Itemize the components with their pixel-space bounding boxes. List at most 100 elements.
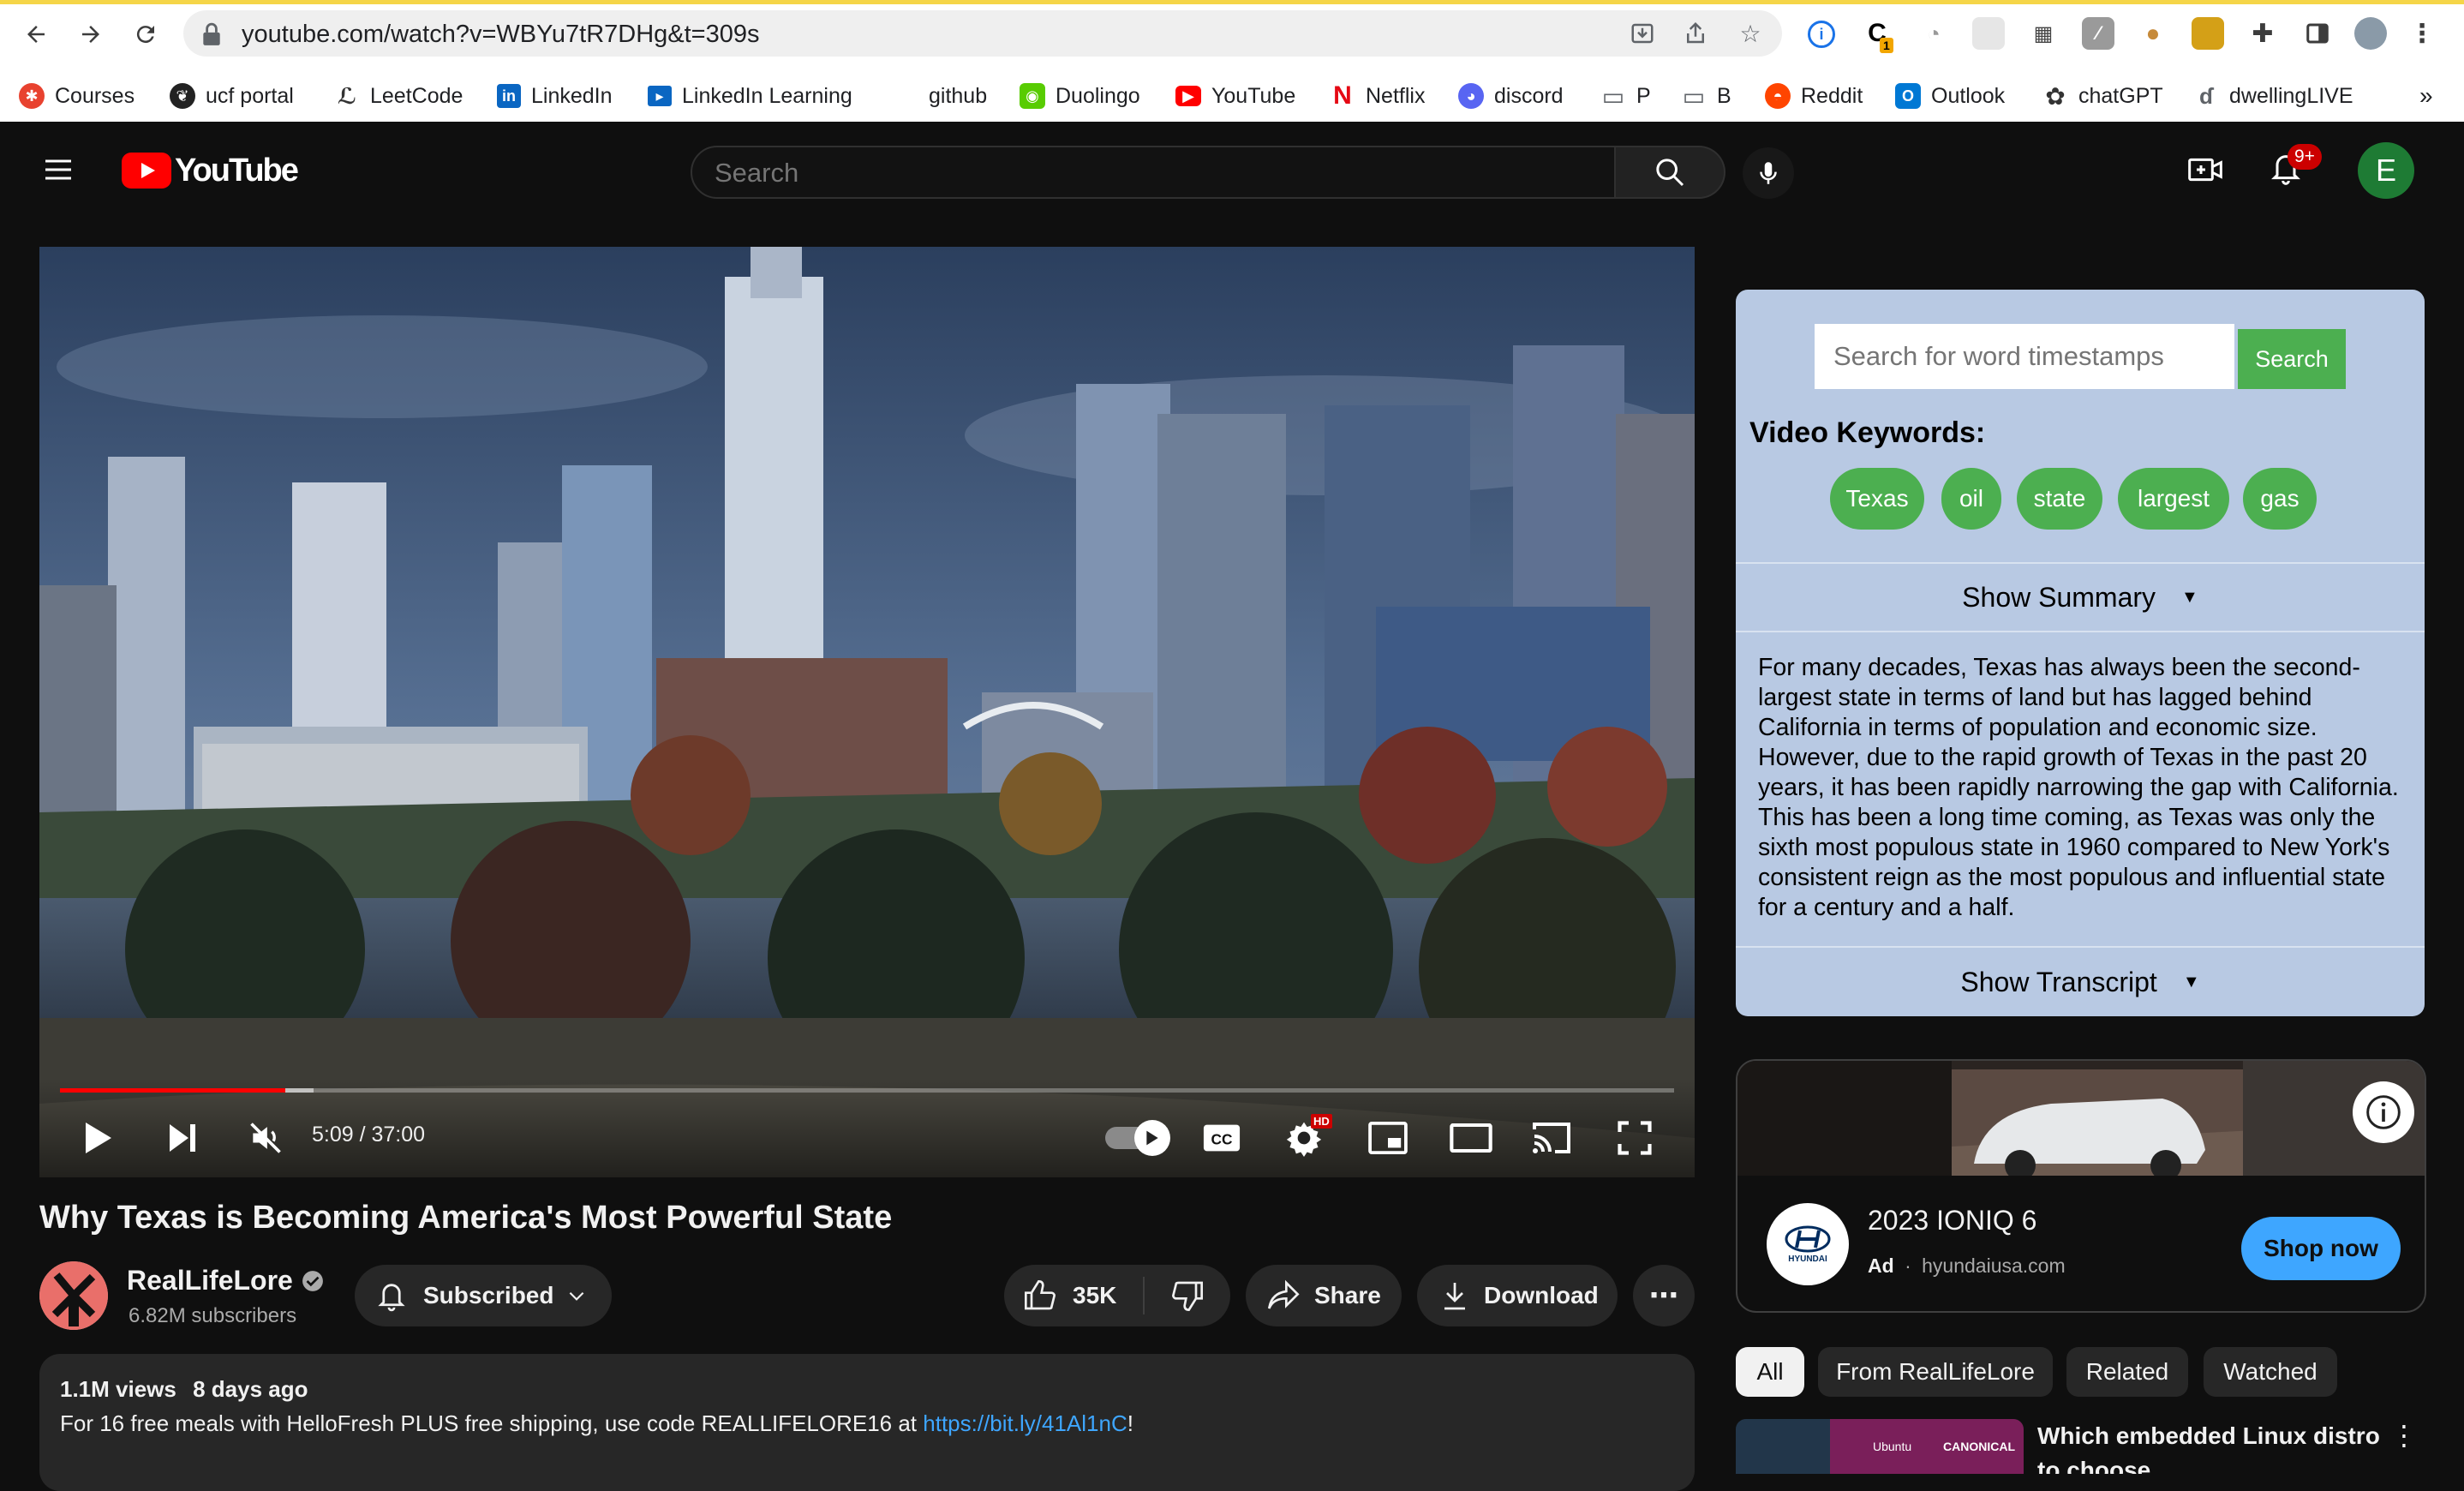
mute-button[interactable] — [242, 1114, 290, 1162]
bookmark-star-icon[interactable]: ☆ — [1736, 19, 1765, 48]
bookmark-courses[interactable]: ✱ Courses — [19, 79, 135, 113]
autoplay-play-icon — [1146, 1130, 1158, 1146]
keyword-chip[interactable]: state — [2017, 468, 2102, 530]
bookmark-duolingo[interactable]: ◉ Duolingo — [1020, 79, 1140, 113]
windmill-logo-icon — [39, 1261, 108, 1330]
ad-domain: hyundaiusa.com — [1922, 1254, 2066, 1277]
thumbnail-left-panel — [1736, 1419, 1830, 1474]
chip-from-channel[interactable]: From RealLifeLore — [1818, 1347, 2053, 1397]
bookmark-linkedin-learning[interactable]: ▸ LinkedIn Learning — [648, 79, 852, 113]
chrome-menu-icon[interactable]: ⋮ — [2406, 17, 2438, 50]
pegasus-icon: ❦ — [170, 83, 195, 109]
extension-pen-icon[interactable]: ⁄ — [2082, 17, 2114, 50]
side-panel-icon[interactable] — [2301, 17, 2334, 50]
bookmark-reddit[interactable]: ◓ Reddit — [1765, 79, 1863, 113]
bookmark-discord[interactable]: ◕ discord — [1458, 79, 1564, 113]
bookmark-leetcode[interactable]: ℒ LeetCode — [334, 79, 463, 113]
search-input[interactable] — [715, 158, 1571, 189]
like-button[interactable]: 35K — [1004, 1265, 1145, 1326]
channel-avatar[interactable] — [39, 1261, 108, 1330]
autoplay-toggle[interactable] — [1102, 1120, 1170, 1156]
keyword-chip[interactable]: oil — [1941, 468, 2001, 530]
install-app-icon[interactable] — [1628, 19, 1657, 48]
netflix-icon: N — [1333, 81, 1352, 110]
share-button[interactable]: Share — [1246, 1265, 1402, 1326]
bookmark-netflix[interactable]: N Netflix — [1330, 79, 1425, 113]
fullscreen-button[interactable] — [1611, 1114, 1659, 1162]
chip-all[interactable]: All — [1736, 1347, 1804, 1397]
download-icon — [1444, 1283, 1465, 1310]
dislike-button[interactable] — [1145, 1265, 1230, 1326]
recommendation-menu-icon[interactable]: ⋮ — [2390, 1419, 2418, 1452]
description-box[interactable]: 1.1M views 8 days ago For 16 free meals … — [39, 1354, 1695, 1491]
cookie-icon[interactable]: ● — [2137, 17, 2169, 50]
password-manager-icon[interactable]: i — [1808, 21, 1835, 48]
keyword-chip[interactable]: largest — [2118, 468, 2229, 530]
hyundai-logo[interactable]: HYUNDAI — [1767, 1203, 1849, 1285]
ad-label: Ad — [1868, 1254, 1894, 1277]
voice-search-button[interactable] — [1743, 147, 1794, 199]
play-button[interactable] — [75, 1116, 120, 1160]
shop-now-button[interactable]: Shop now — [2241, 1217, 2401, 1280]
progress-bar[interactable] — [60, 1088, 1674, 1093]
info-icon — [2366, 1095, 2401, 1129]
bookmark-dwellinglive[interactable]: ɗ dwellingLIVE — [2193, 79, 2353, 113]
extension-clock-icon[interactable]: ◔ — [1917, 17, 1950, 50]
bookmarks-overflow-button[interactable]: » — [2419, 79, 2433, 113]
account-avatar[interactable]: E — [2358, 142, 2414, 199]
forward-button[interactable] — [72, 15, 110, 53]
share-arrow-icon — [1268, 1279, 1300, 1309]
word-timestamp-search-button[interactable]: Search — [2238, 329, 2346, 389]
bookmark-chatgpt[interactable]: ✿ chatGPT — [2042, 79, 2162, 113]
address-bar[interactable]: youtube.com/watch?v=WBYu7tR7DHg&t=309s ☆ — [183, 10, 1782, 57]
miniplayer-button[interactable] — [1364, 1117, 1412, 1159]
cast-button[interactable] — [1527, 1114, 1576, 1162]
subscribed-button[interactable]: Subscribed — [355, 1265, 612, 1326]
keyword-chip[interactable]: Texas — [1830, 468, 1924, 530]
show-summary-toggle[interactable]: Show Summary ▼ — [1736, 562, 2425, 632]
qr-code-icon[interactable]: ▦ — [2027, 17, 2060, 50]
next-video-button[interactable] — [159, 1116, 204, 1160]
search-button[interactable] — [1616, 146, 1725, 199]
bookmark-linkedin[interactable]: in LinkedIn — [497, 79, 613, 113]
ad-card[interactable]: HYUNDAI 2023 IONIQ 6 Ad · hyundaiusa.com… — [1736, 1059, 2426, 1313]
recommendation-thumbnail[interactable]: Ubuntu CANONICAL — [1736, 1419, 2024, 1474]
video-player[interactable]: 5:09 / 37:00 CC HD — [39, 247, 1695, 1177]
video-frame-austin-skyline — [39, 247, 1695, 1177]
bookmark-folder-b[interactable]: ▭ B — [1681, 79, 1731, 113]
captions-button[interactable]: CC — [1199, 1117, 1244, 1159]
bookmark-outlook[interactable]: O Outlook — [1895, 79, 2005, 113]
ad-title[interactable]: 2023 IONIQ 6 — [1868, 1205, 2036, 1237]
profile-avatar-icon[interactable] — [2354, 17, 2387, 50]
theater-mode-button[interactable] — [1446, 1117, 1496, 1159]
bookmark-github[interactable]: github — [929, 79, 987, 113]
extension-hex-icon[interactable] — [2192, 17, 2224, 50]
extension-c-icon[interactable]: C 1 — [1861, 17, 1893, 53]
forward-arrow-icon — [82, 26, 99, 43]
download-button[interactable]: Download — [1417, 1265, 1618, 1326]
chip-watched[interactable]: Watched — [2204, 1347, 2337, 1397]
reload-button[interactable] — [127, 15, 164, 53]
word-timestamp-search-input[interactable] — [1815, 324, 2234, 389]
share-page-icon[interactable] — [1681, 19, 1710, 48]
description-link[interactable]: https://bit.ly/41Al1nC — [923, 1410, 1127, 1436]
chip-related[interactable]: Related — [2066, 1347, 2188, 1397]
played-bar — [60, 1088, 285, 1093]
bell-icon — [378, 1284, 405, 1312]
more-actions-button[interactable]: ⋯ — [1633, 1265, 1695, 1326]
channel-name[interactable]: RealLifeLore — [127, 1265, 293, 1296]
bookmark-folder-p[interactable]: ▭ P — [1600, 79, 1651, 113]
recommendation-title[interactable]: Which embedded Linux distro to choose — [2037, 1419, 2397, 1474]
hamburger-menu-icon[interactable] — [41, 153, 75, 187]
youtube-logo[interactable]: YouTube — [122, 153, 299, 189]
ad-info-button[interactable] — [2353, 1081, 2414, 1143]
bookmark-ucf-portal[interactable]: ❦ ucf portal — [170, 79, 294, 113]
show-transcript-toggle[interactable]: Show Transcript ▼ — [1736, 946, 2425, 1016]
extensions-puzzle-icon[interactable]: ✚ — [2246, 17, 2279, 50]
settings-button[interactable]: HD — [1280, 1114, 1332, 1162]
bookmark-youtube[interactable]: ▶ YouTube — [1175, 79, 1295, 113]
create-video-icon[interactable] — [2186, 153, 2224, 187]
keyword-chip[interactable]: gas — [2243, 468, 2317, 530]
back-button[interactable] — [17, 15, 55, 53]
extension-grid-icon[interactable] — [1972, 17, 2005, 50]
